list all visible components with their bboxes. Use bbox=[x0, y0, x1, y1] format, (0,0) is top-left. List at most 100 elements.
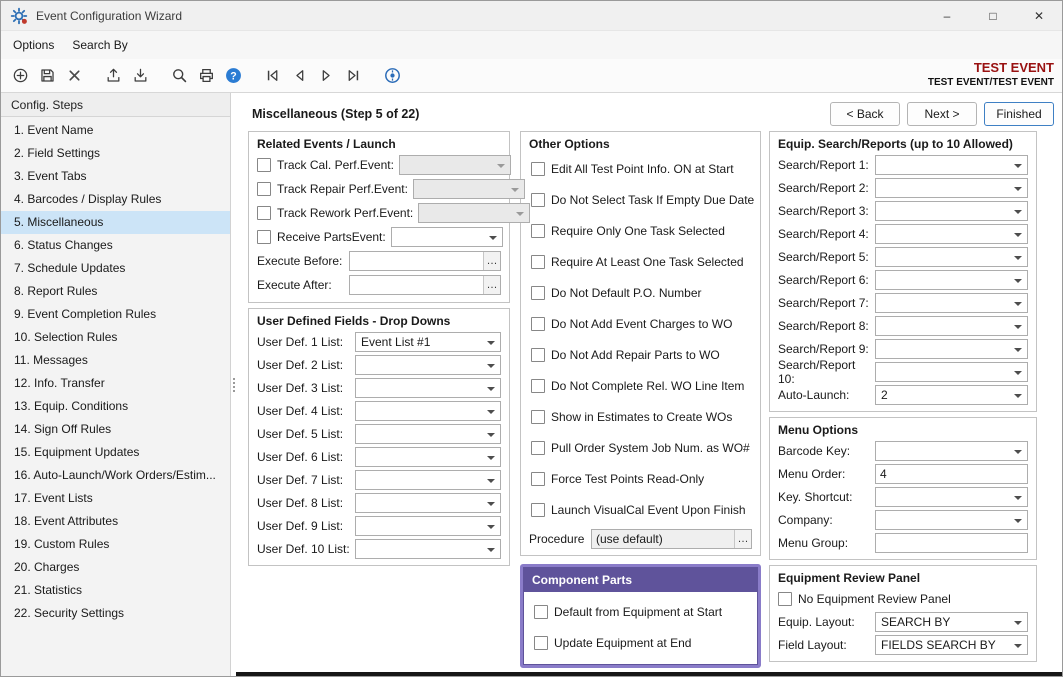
do-not-select-task-checkbox[interactable] bbox=[531, 193, 545, 207]
user-def-7-dropdown[interactable] bbox=[355, 470, 501, 490]
search-report-2-dropdown[interactable] bbox=[875, 178, 1028, 198]
track-rework-event-dropdown[interactable] bbox=[418, 203, 530, 223]
key-shortcut-dropdown[interactable] bbox=[875, 487, 1028, 507]
help-icon[interactable]: ? bbox=[220, 62, 247, 89]
first-record-icon[interactable] bbox=[259, 62, 286, 89]
finished-button[interactable]: Finished bbox=[984, 102, 1054, 126]
sidebar-item-charges[interactable]: 20. Charges bbox=[1, 556, 230, 579]
sidebar-item-statistics[interactable]: 21. Statistics bbox=[1, 579, 230, 602]
track-repair-perf-checkbox[interactable] bbox=[257, 182, 271, 196]
sidebar-item-event-completion-rules[interactable]: 9. Event Completion Rules bbox=[1, 303, 230, 326]
track-repair-event-dropdown[interactable] bbox=[413, 179, 525, 199]
auto-launch-dropdown[interactable]: 2 bbox=[875, 385, 1028, 405]
last-record-icon[interactable] bbox=[340, 62, 367, 89]
do-not-complete-wo-line-checkbox[interactable] bbox=[531, 379, 545, 393]
equip-layout-dropdown[interactable]: SEARCH BY bbox=[875, 612, 1028, 632]
user-def-10-dropdown[interactable] bbox=[355, 539, 501, 559]
menu-order-input[interactable]: 4 bbox=[875, 464, 1028, 484]
import-icon[interactable] bbox=[127, 62, 154, 89]
sidebar-item-selection-rules[interactable]: 10. Selection Rules bbox=[1, 326, 230, 349]
delete-icon[interactable] bbox=[61, 62, 88, 89]
show-in-estimates-checkbox[interactable] bbox=[531, 410, 545, 424]
sidebar-item-info-transfer[interactable]: 12. Info. Transfer bbox=[1, 372, 230, 395]
user-def-3-dropdown[interactable] bbox=[355, 378, 501, 398]
navigator-icon[interactable] bbox=[379, 62, 406, 89]
maximize-button[interactable]: □ bbox=[970, 1, 1016, 30]
sidebar-item-event-lists[interactable]: 17. Event Lists bbox=[1, 487, 230, 510]
do-not-add-event-charges-checkbox[interactable] bbox=[531, 317, 545, 331]
search-report-10-dropdown[interactable] bbox=[875, 362, 1028, 382]
execute-before-input[interactable]: … bbox=[349, 251, 501, 271]
new-icon[interactable] bbox=[7, 62, 34, 89]
pull-order-system-job-num-checkbox[interactable] bbox=[531, 441, 545, 455]
do-not-default-po-checkbox[interactable] bbox=[531, 286, 545, 300]
search-icon[interactable] bbox=[166, 62, 193, 89]
edit-all-test-point-checkbox[interactable] bbox=[531, 162, 545, 176]
track-cal-perf-checkbox[interactable] bbox=[257, 158, 271, 172]
search-report-4-dropdown[interactable] bbox=[875, 224, 1028, 244]
execute-after-browse-button[interactable]: … bbox=[483, 276, 500, 294]
default-from-equipment-checkbox[interactable] bbox=[534, 605, 548, 619]
user-def-4-dropdown[interactable] bbox=[355, 401, 501, 421]
user-def-1-dropdown[interactable]: Event List #1 bbox=[355, 332, 501, 352]
execute-after-input[interactable]: … bbox=[349, 275, 501, 295]
search-report-3-dropdown[interactable] bbox=[875, 201, 1028, 221]
sidebar-item-status-changes[interactable]: 6. Status Changes bbox=[1, 234, 230, 257]
search-report-8-dropdown[interactable] bbox=[875, 316, 1028, 336]
sidebar-item-report-rules[interactable]: 8. Report Rules bbox=[1, 280, 230, 303]
search-report-9-dropdown[interactable] bbox=[875, 339, 1028, 359]
sidebar-item-schedule-updates[interactable]: 7. Schedule Updates bbox=[1, 257, 230, 280]
sidebar-item-miscellaneous[interactable]: 5. Miscellaneous bbox=[1, 211, 230, 234]
track-cal-event-dropdown[interactable] bbox=[399, 155, 511, 175]
require-at-least-one-task-checkbox[interactable] bbox=[531, 255, 545, 269]
user-def-2-dropdown[interactable] bbox=[355, 355, 501, 375]
user-def-5-dropdown[interactable] bbox=[355, 424, 501, 444]
force-test-points-read-only-checkbox[interactable] bbox=[531, 472, 545, 486]
sidebar-item-equip-conditions[interactable]: 13. Equip. Conditions bbox=[1, 395, 230, 418]
menu-group-input[interactable] bbox=[875, 533, 1028, 553]
back-button[interactable]: < Back bbox=[830, 102, 900, 126]
launch-visualcal-checkbox[interactable] bbox=[531, 503, 545, 517]
menu-options[interactable]: Options bbox=[4, 33, 63, 57]
search-report-5-dropdown[interactable] bbox=[875, 247, 1028, 267]
require-only-one-task-checkbox[interactable] bbox=[531, 224, 545, 238]
save-icon[interactable] bbox=[34, 62, 61, 89]
company-dropdown[interactable] bbox=[875, 510, 1028, 530]
sidebar-item-sign-off-rules[interactable]: 14. Sign Off Rules bbox=[1, 418, 230, 441]
procedure-browse-button[interactable]: … bbox=[734, 530, 751, 548]
search-report-6-dropdown[interactable] bbox=[875, 270, 1028, 290]
receive-parts-checkbox[interactable] bbox=[257, 230, 271, 244]
user-def-9-dropdown[interactable] bbox=[355, 516, 501, 536]
search-report-7-dropdown[interactable] bbox=[875, 293, 1028, 313]
sidebar-item-event-attributes[interactable]: 18. Event Attributes bbox=[1, 510, 230, 533]
sidebar-item-equipment-updates[interactable]: 15. Equipment Updates bbox=[1, 441, 230, 464]
update-equipment-at-end-checkbox[interactable] bbox=[534, 636, 548, 650]
track-rework-perf-checkbox[interactable] bbox=[257, 206, 271, 220]
sidebar-item-barcodes-display-rules[interactable]: 4. Barcodes / Display Rules bbox=[1, 188, 230, 211]
execute-before-browse-button[interactable]: … bbox=[483, 252, 500, 270]
receive-parts-event-dropdown[interactable] bbox=[391, 227, 503, 247]
print-icon[interactable] bbox=[193, 62, 220, 89]
procedure-input[interactable]: (use default) … bbox=[591, 529, 752, 549]
sidebar-item-auto-launch-work-orders[interactable]: 16. Auto-Launch/Work Orders/Estim... bbox=[1, 464, 230, 487]
search-report-1-dropdown[interactable] bbox=[875, 155, 1028, 175]
user-def-8-dropdown[interactable] bbox=[355, 493, 501, 513]
next-button[interactable]: Next > bbox=[907, 102, 977, 126]
user-def-6-dropdown[interactable] bbox=[355, 447, 501, 467]
minimize-button[interactable]: – bbox=[924, 1, 970, 30]
menu-search-by[interactable]: Search By bbox=[63, 33, 136, 57]
sidebar-item-security-settings[interactable]: 22. Security Settings bbox=[1, 602, 230, 625]
no-equipment-review-checkbox[interactable] bbox=[778, 592, 792, 606]
sidebar-item-custom-rules[interactable]: 19. Custom Rules bbox=[1, 533, 230, 556]
sidebar-item-event-name[interactable]: 1. Event Name bbox=[1, 119, 230, 142]
close-button[interactable]: ✕ bbox=[1016, 1, 1062, 30]
export-icon[interactable] bbox=[100, 62, 127, 89]
field-layout-dropdown[interactable]: FIELDS SEARCH BY bbox=[875, 635, 1028, 655]
do-not-add-repair-parts-checkbox[interactable] bbox=[531, 348, 545, 362]
previous-record-icon[interactable] bbox=[286, 62, 313, 89]
sidebar-item-messages[interactable]: 11. Messages bbox=[1, 349, 230, 372]
barcode-key-dropdown[interactable] bbox=[875, 441, 1028, 461]
sidebar-item-event-tabs[interactable]: 3. Event Tabs bbox=[1, 165, 230, 188]
sidebar-item-field-settings[interactable]: 2. Field Settings bbox=[1, 142, 230, 165]
next-record-icon[interactable] bbox=[313, 62, 340, 89]
